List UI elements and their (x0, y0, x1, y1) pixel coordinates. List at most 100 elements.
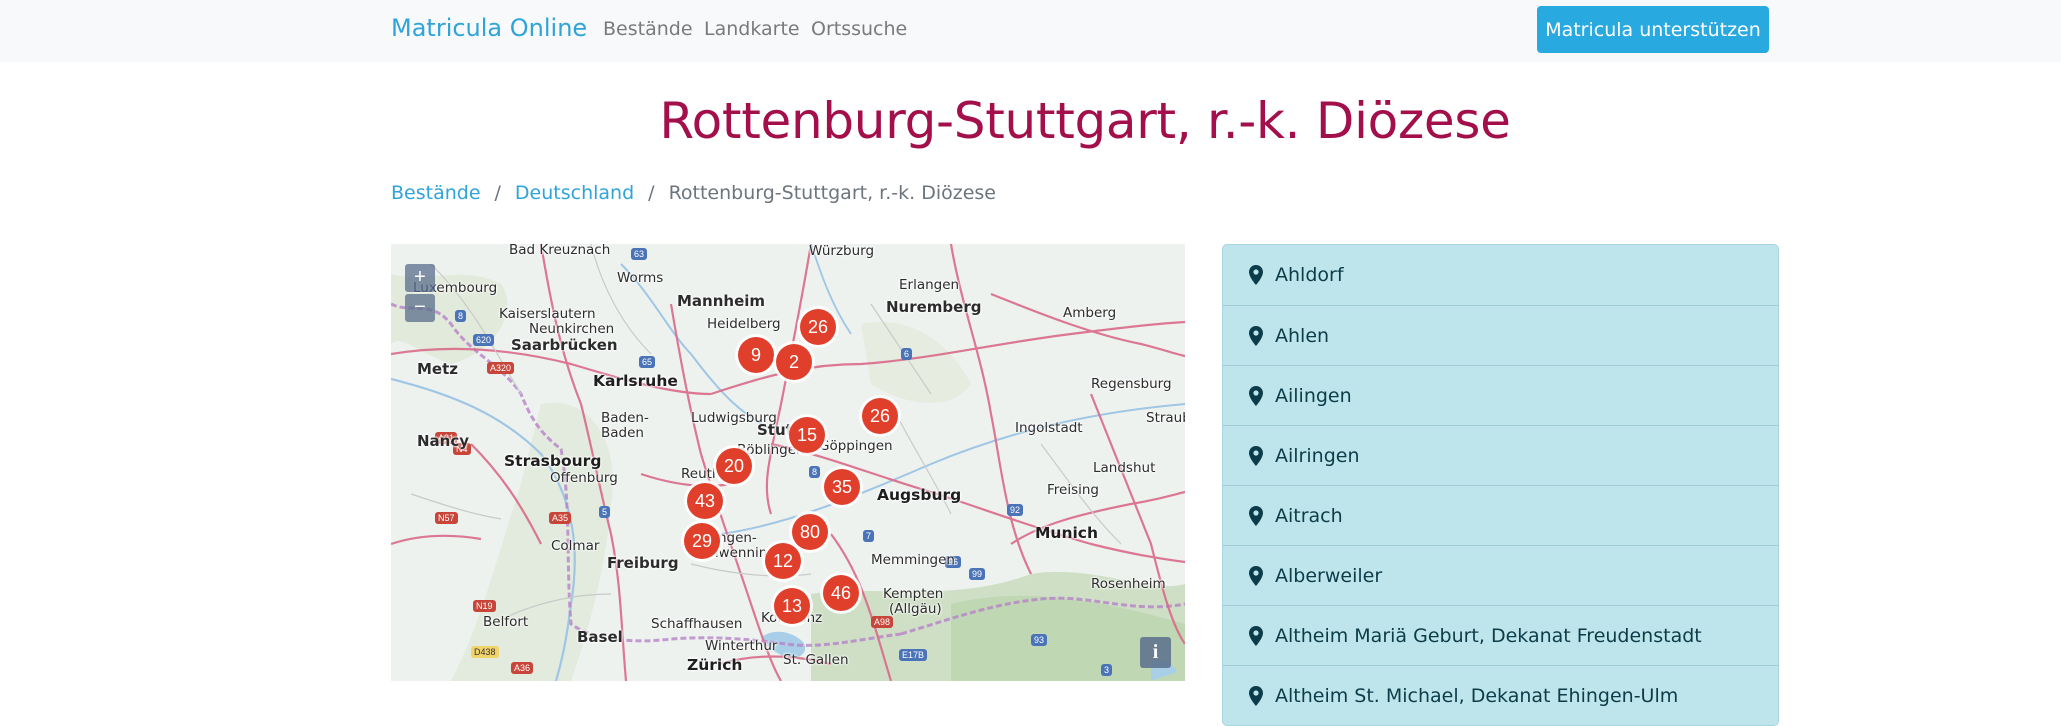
nav-link-bestaende[interactable]: Bestände (603, 18, 693, 40)
map-cluster-marker[interactable]: 26 (800, 309, 836, 345)
map-pin-icon (1249, 265, 1263, 285)
place-list-item[interactable]: Ahldorf (1223, 245, 1778, 306)
road-shield: N19 (473, 600, 496, 612)
map-city-label: Zürich (687, 656, 743, 674)
map-cluster-marker[interactable]: 29 (684, 523, 720, 559)
road-shield: D438 (471, 646, 499, 658)
road-shield: 92 (1007, 504, 1024, 516)
breadcrumb-current: Rottenburg-Stuttgart, r.-k. Diözese (668, 182, 996, 204)
road-shield: 63 (631, 248, 648, 260)
map-city-label: Straub (1146, 410, 1185, 426)
zoom-control: + − (405, 264, 435, 322)
place-name: Ahlen (1275, 324, 1330, 347)
place-name: Altheim St. Michael, Dekanat Ehingen-Ulm (1275, 684, 1679, 707)
map-city-label: Göppingen (819, 438, 893, 454)
road-shield: 3 (1101, 664, 1113, 676)
breadcrumb-link-deutschland[interactable]: Deutschland (515, 182, 634, 204)
road-shield: 7 (863, 530, 875, 542)
road-shield: 6 (901, 348, 913, 360)
road-shield: N57 (435, 512, 458, 524)
map-cluster-marker[interactable]: 15 (789, 417, 825, 453)
map-city-label: Memmingen (871, 552, 955, 568)
brand-link[interactable]: Matricula Online (391, 14, 587, 42)
map-cluster-marker[interactable]: 35 (824, 469, 860, 505)
road-shield: A320 (487, 362, 515, 374)
map-city-label: Regensburg (1091, 376, 1172, 392)
map-city-label: Würzburg (809, 244, 875, 259)
zoom-out-button[interactable]: − (405, 294, 435, 322)
road-shield: A98 (871, 616, 894, 628)
place-list: Ahldorf Ahlen Ailingen Ailringen Aitrach… (1222, 244, 1779, 726)
map-city-label: Metz (417, 360, 459, 378)
place-list-item[interactable]: Alberweiler (1223, 546, 1778, 606)
road-shield: A36 (511, 662, 534, 674)
place-name: Altheim Mariä Geburt, Dekanat Freudensta… (1275, 624, 1702, 647)
map-city-label: Landshut (1093, 460, 1156, 476)
map-city-label: Mannheim (677, 292, 766, 310)
map-city-label: Freising (1047, 482, 1100, 498)
nav-link-landkarte[interactable]: Landkarte (704, 18, 800, 40)
nav-link-ortssuche[interactable]: Ortssuche (811, 18, 907, 40)
map-city-label: Colmar (551, 538, 600, 554)
map-city-label: Offenburg (550, 470, 618, 486)
breadcrumb-separator: / (648, 182, 655, 204)
map-view[interactable]: 63 8 620 65 6 A320 A31 N4 5 A35 8 7 92 96 99 93 N57 N19 D4… (391, 244, 1185, 681)
map-city-label: Strasbourg (504, 452, 602, 470)
map-cluster-marker[interactable]: 13 (774, 588, 810, 624)
place-list-item[interactable]: Altheim St. Michael, Dekanat Ehingen-Ulm (1223, 666, 1778, 725)
map-city-label: Amberg (1063, 305, 1117, 321)
map-city-label: Reutl (681, 466, 716, 482)
map-pin-icon (1249, 445, 1263, 466)
map-city-label: Kaiserslautern (499, 306, 596, 322)
map-city-label: Winterthur (705, 638, 778, 654)
map-city-label: (Allgäu) (889, 601, 942, 617)
map-cluster-marker[interactable]: 26 (862, 398, 898, 434)
page-title: Rottenburg-Stuttgart, r.-k. Diözese (659, 92, 1511, 150)
breadcrumb-separator: / (494, 182, 501, 204)
place-list-item[interactable]: Ahlen (1223, 306, 1778, 366)
breadcrumb: Bestände / Deutschland / Rottenburg-Stut… (391, 182, 996, 204)
map-pin-icon (1249, 565, 1263, 586)
breadcrumb-link-bestaende[interactable]: Bestände (391, 182, 481, 204)
map-city-label: Augsburg (877, 486, 962, 504)
support-button[interactable]: Matricula unterstützen (1537, 6, 1769, 53)
map-cluster-marker[interactable]: 20 (716, 448, 752, 484)
map-city-label: Kempten (883, 586, 944, 602)
map-city-label: Karlsruhe (593, 372, 678, 390)
map-cluster-marker[interactable]: 43 (687, 483, 723, 519)
map-city-label: Rosenheim (1091, 576, 1166, 592)
map-city-label: Schaffhausen (651, 616, 743, 632)
map-cluster-marker[interactable]: 2 (776, 344, 812, 380)
map-cluster-marker[interactable]: 80 (792, 514, 828, 550)
map-pin-icon (1249, 505, 1263, 526)
place-list-item[interactable]: Ailingen (1223, 366, 1778, 426)
map-pin-icon (1249, 685, 1263, 706)
map-cluster-marker[interactable]: 12 (765, 543, 801, 579)
map-city-label: Baden (601, 425, 644, 441)
place-name: Alberweiler (1275, 564, 1383, 587)
map-pin-icon (1249, 385, 1263, 406)
road-shield: 5 (599, 506, 611, 518)
place-list-item[interactable]: Altheim Mariä Geburt, Dekanat Freudensta… (1223, 606, 1778, 666)
map-city-label: Ingolstadt (1015, 420, 1083, 436)
map-city-label: St. Gallen (783, 652, 849, 668)
road-shield: 93 (1031, 634, 1048, 646)
zoom-in-button[interactable]: + (405, 264, 435, 292)
road-shield: 99 (969, 568, 986, 580)
place-list-item[interactable]: Aitrach (1223, 486, 1778, 546)
map-city-label: Nuremberg (886, 298, 982, 316)
map-pin-icon (1249, 325, 1263, 346)
place-list-item[interactable]: Ailringen (1223, 426, 1778, 486)
map-cluster-marker[interactable]: 9 (738, 337, 774, 373)
map-pin-icon (1249, 625, 1263, 646)
place-name: Ailringen (1275, 444, 1360, 467)
map-city-label: Bad Kreuznach (509, 244, 611, 258)
map-city-label: Belfort (483, 614, 529, 630)
place-name: Aitrach (1275, 504, 1343, 527)
map-cluster-marker[interactable]: 46 (823, 575, 859, 611)
road-shield: 620 (473, 334, 495, 346)
map-info-button[interactable]: i (1140, 637, 1171, 668)
map-city-label: Heidelberg (707, 316, 781, 332)
place-name: Ahldorf (1275, 264, 1344, 286)
road-shield: 65 (639, 356, 656, 368)
